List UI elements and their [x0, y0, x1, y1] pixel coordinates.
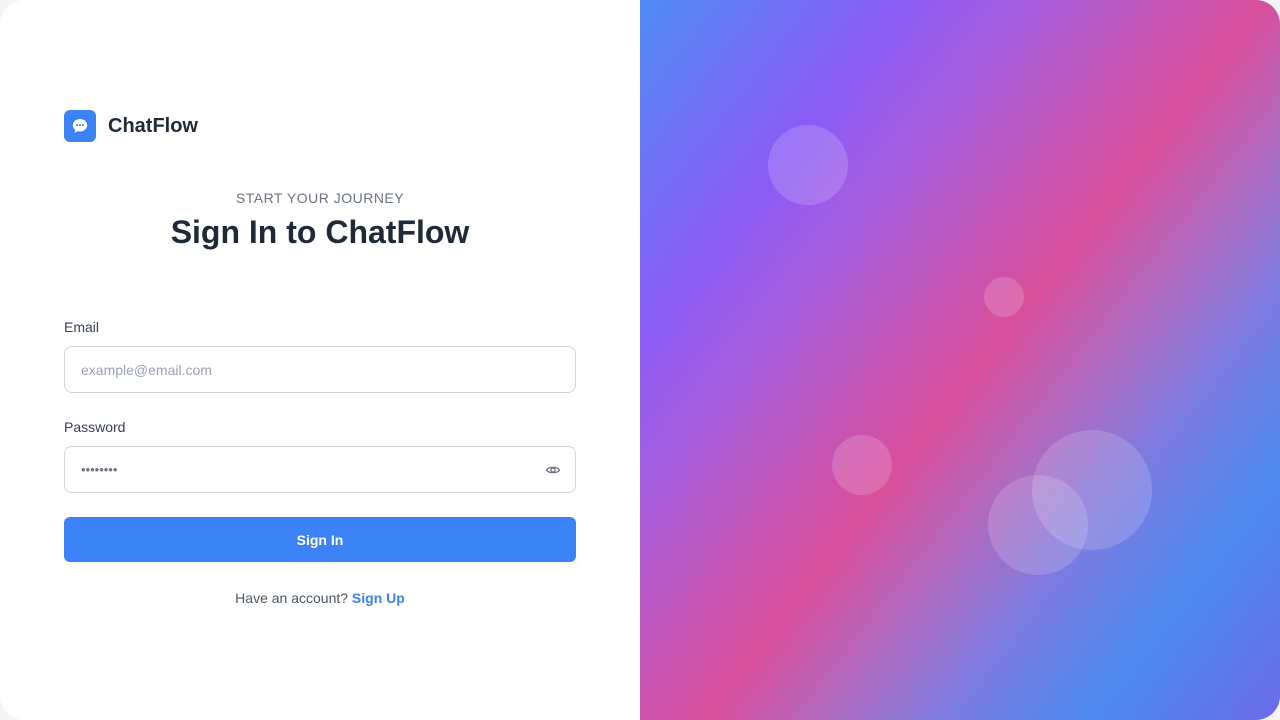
sign-in-button[interactable]: Sign In — [64, 517, 576, 562]
decorative-bubble — [768, 125, 848, 205]
password-field[interactable]: •••••••• — [64, 446, 576, 493]
email-label: Email — [64, 319, 100, 335]
signup-prompt-text: Have an account? — [235, 590, 349, 606]
signup-prompt: Have an account? Sign Up — [0, 590, 640, 606]
email-field[interactable]: example@email.com — [64, 346, 576, 393]
password-value: •••••••• — [81, 462, 118, 477]
login-panel: ChatFlow START YOUR JOURNEY Sign In to C… — [0, 0, 640, 720]
email-placeholder: example@email.com — [81, 361, 212, 378]
eyebrow-text: START YOUR JOURNEY — [235, 190, 405, 206]
brand: ChatFlow — [64, 110, 198, 142]
decorative-bubble — [984, 277, 1024, 317]
decorative-bubble — [832, 435, 892, 495]
chat-bubble-icon — [64, 110, 96, 142]
eye-icon[interactable] — [545, 462, 561, 478]
decorative-bubble — [988, 475, 1088, 575]
login-window: ChatFlow START YOUR JOURNEY Sign In to C… — [0, 0, 1280, 720]
sign-up-link[interactable]: Sign Up — [352, 590, 405, 606]
password-label: Password — [64, 419, 126, 435]
brand-name: ChatFlow — [108, 114, 198, 137]
page-title: Sign In to ChatFlow — [170, 214, 470, 250]
decorative-gradient-panel — [640, 0, 1280, 720]
